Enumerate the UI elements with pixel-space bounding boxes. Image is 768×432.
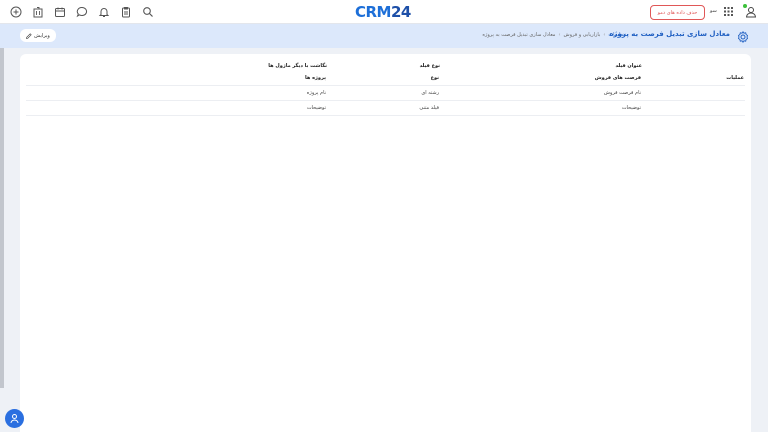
subheader-module: فرصت های فروش bbox=[594, 75, 641, 81]
row-source-field: نام فرصت فروش bbox=[603, 90, 641, 96]
bell-icon[interactable] bbox=[97, 5, 111, 19]
online-status-dot bbox=[743, 4, 747, 8]
breadcrumb-settings[interactable]: تنظیمات bbox=[608, 32, 626, 38]
breadcrumb-marketing-sales[interactable]: بازاریابی و فروش bbox=[563, 32, 600, 38]
subheader-target: پروژه ها bbox=[304, 75, 326, 81]
page-header: معادل سازی تبدیل فرصت به پروژه تنظیمات›ب… bbox=[0, 24, 768, 48]
row-field-type: رشته ای bbox=[421, 90, 439, 96]
breadcrumb: تنظیمات›بازاریابی و فروش›معادل سازی تبدی… bbox=[482, 32, 626, 38]
table-subheader-row: عملیات فرصت های فروش نوع پروژه ها bbox=[26, 72, 745, 86]
mapping-panel: عنوان فیلد نوع فیلد نگاشت با دیگر ماژول … bbox=[20, 54, 751, 432]
delete-demo-data-button[interactable]: حذف داده های دمو bbox=[650, 5, 705, 20]
apps-grid-icon[interactable] bbox=[724, 7, 733, 16]
breadcrumb-current: معادل سازی تبدیل فرصت به پروژه bbox=[482, 32, 556, 38]
chat-icon[interactable] bbox=[75, 5, 89, 19]
clipboard-icon[interactable] bbox=[119, 5, 133, 19]
edit-button-label: ویرایش bbox=[34, 32, 50, 39]
row-source-field: توضیحات bbox=[621, 105, 641, 111]
operations-label: عملیات bbox=[726, 75, 744, 81]
edit-button[interactable]: ویرایش bbox=[20, 29, 56, 42]
search-icon[interactable] bbox=[141, 5, 155, 19]
calendar-icon[interactable] bbox=[53, 5, 67, 19]
add-circle-icon[interactable] bbox=[9, 5, 23, 19]
settings-gear-icon bbox=[737, 31, 749, 43]
breadcrumb-separator: › bbox=[558, 32, 561, 38]
crm24-logo: CRM24 bbox=[355, 3, 411, 21]
row-field-type: فیلد متنی bbox=[419, 105, 439, 111]
row-target-field: توضیحات bbox=[306, 105, 326, 111]
page-title: معادل سازی تبدیل فرصت به پروژه bbox=[609, 30, 730, 38]
row-target-field: نام پروژه bbox=[306, 90, 326, 96]
pencil-icon bbox=[26, 32, 32, 39]
table-row: توضیحات فیلد متنی توضیحات bbox=[26, 102, 745, 116]
top-bar: CRM24 حذف داده های دمو سو bbox=[0, 0, 768, 24]
subheader-type: نوع bbox=[430, 75, 439, 81]
support-icon bbox=[10, 414, 19, 424]
breadcrumb-separator: › bbox=[603, 32, 606, 38]
user-name[interactable]: سو bbox=[710, 8, 717, 14]
header-field-title: عنوان فیلد bbox=[615, 63, 642, 69]
header-mapping: نگاشت با دیگر ماژول ها bbox=[268, 63, 327, 69]
logo-number: 24 bbox=[391, 3, 411, 21]
top-toolbar-icons bbox=[9, 5, 163, 19]
header-field-type: نوع فیلد bbox=[419, 63, 440, 69]
scrollbar-track[interactable] bbox=[0, 48, 4, 388]
logo-text: CRM bbox=[355, 3, 392, 21]
building-icon[interactable] bbox=[31, 5, 45, 19]
support-chat-button[interactable] bbox=[5, 409, 24, 428]
user-avatar-icon[interactable] bbox=[745, 6, 757, 18]
table-row: نام فرصت فروش رشته ای نام پروژه bbox=[26, 87, 745, 101]
